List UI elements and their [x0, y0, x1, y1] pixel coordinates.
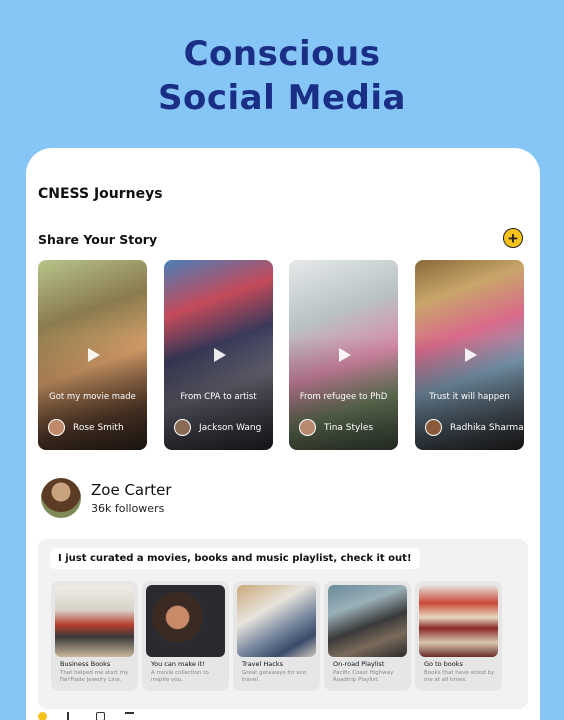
post-text: I just curated a movies, books and music…: [50, 548, 420, 569]
play-icon: [213, 348, 226, 362]
story-author: Rose Smith: [48, 419, 124, 436]
hero-title-line2: Social Media: [158, 78, 406, 118]
share-icon[interactable]: [67, 712, 76, 720]
profile-name: Zoe Carter: [91, 481, 172, 499]
story-card[interactable]: From CPA to artist Jackson Wang: [164, 260, 273, 450]
playlist-thumbnail: [237, 585, 316, 657]
story-author-name: Jackson Wang: [199, 422, 262, 433]
story-card[interactable]: From refugee to PhD Tina Styles: [289, 260, 398, 450]
story-caption: Got my movie made: [49, 392, 136, 402]
app-card: CNESS Journeys Share Your Story + Got my…: [26, 148, 540, 720]
playlist-item-desc: Books that have stood by me at all times…: [424, 670, 495, 683]
add-story-button[interactable]: +: [503, 228, 523, 248]
playlist-item[interactable]: Go to books Books that have stood by me …: [415, 581, 502, 691]
section-title: CNESS Journeys: [38, 186, 163, 202]
playlist-item-title: You can make it!: [151, 660, 205, 668]
plus-icon: +: [508, 228, 518, 248]
playlist-thumbnail: [146, 585, 225, 657]
playlist-item-desc: That helped me start my FairTrade Jewelr…: [60, 670, 129, 683]
share-story-title: Share Your Story: [38, 232, 158, 247]
story-author: Jackson Wang: [174, 419, 261, 436]
avatar: [48, 419, 65, 436]
story-caption: From refugee to PhD: [299, 392, 388, 402]
avatar: [425, 419, 442, 436]
avatar: [174, 419, 191, 436]
playlist-item-title: Go to books: [424, 660, 463, 668]
playlist-item-desc: A movie collection to inspire you.: [151, 670, 209, 683]
story-caption: From CPA to artist: [180, 392, 257, 402]
phone-icon[interactable]: [96, 712, 105, 720]
avatar: [41, 478, 81, 518]
playlist-item-title: Business Books: [60, 660, 111, 668]
playlist-thumbnail: [328, 585, 407, 657]
avatar: [299, 419, 316, 436]
story-caption: Trust it will happen: [429, 392, 510, 402]
post-card: I just curated a movies, books and music…: [38, 539, 528, 709]
story-author-name: Rose Smith: [73, 422, 124, 433]
story-card[interactable]: Trust it will happen Radhika Sharma: [415, 260, 524, 450]
playlist-item[interactable]: Business Books That helped me start my F…: [51, 581, 138, 691]
post-actions: [38, 712, 134, 720]
playlist-item[interactable]: Travel Hacks Great getaways for eco trav…: [233, 581, 320, 691]
story-author-name: Tina Styles: [324, 422, 374, 433]
profile-header[interactable]: Zoe Carter 36k followers: [41, 478, 172, 518]
play-icon: [338, 348, 351, 362]
playlist-item[interactable]: On-road Playlist Pacific Coast Highway R…: [324, 581, 411, 691]
hero-title: Conscious Social Media: [0, 32, 564, 120]
play-icon: [87, 348, 100, 362]
playlist-item-title: On-road Playlist: [333, 660, 385, 668]
play-icon: [464, 348, 477, 362]
playlist-thumbnail: [55, 585, 134, 657]
story-author: Tina Styles: [299, 419, 373, 436]
playlist-thumbnail: [419, 585, 498, 657]
playlist-item-desc: Great getaways for eco travel.: [242, 670, 307, 683]
playlist-item-desc: Pacific Coast Highway Roadtrip Playlist.: [333, 670, 394, 683]
playlist-item[interactable]: You can make it! A movie collection to i…: [142, 581, 229, 691]
playlist-item-title: Travel Hacks: [242, 660, 283, 668]
bookmark-icon[interactable]: [125, 712, 134, 720]
story-author-name: Radhika Sharma: [450, 422, 524, 433]
star-icon[interactable]: [38, 712, 47, 720]
story-card[interactable]: Got my movie made Rose Smith: [38, 260, 147, 450]
stories-row: Got my movie made Rose Smith From CPA to…: [38, 260, 524, 450]
story-author: Radhika Sharma: [425, 419, 524, 436]
profile-followers: 36k followers: [91, 502, 165, 515]
hero-title-line1: Conscious: [183, 34, 381, 74]
